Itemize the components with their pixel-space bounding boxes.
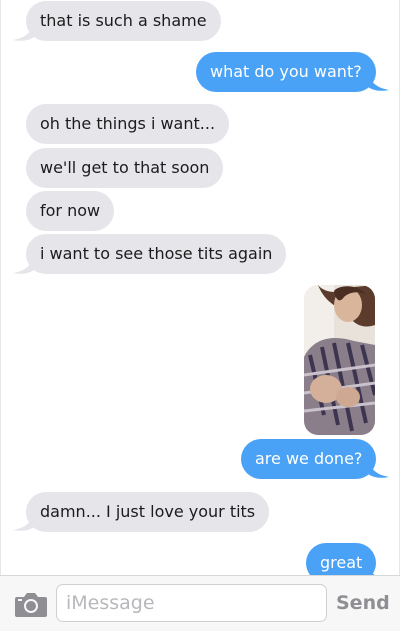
sent-message: what do you want? bbox=[196, 52, 376, 92]
send-button[interactable]: Send bbox=[336, 586, 390, 620]
received-message: oh the things i want... bbox=[26, 104, 230, 144]
message-input[interactable]: iMessage bbox=[56, 584, 327, 622]
sent-message: great bbox=[306, 543, 377, 575]
camera-icon[interactable] bbox=[14, 590, 48, 618]
received-message: damn... I just love your tits bbox=[26, 492, 270, 532]
message-composer: iMessage Send bbox=[0, 575, 400, 631]
photo-attachment[interactable] bbox=[304, 285, 375, 435]
received-message: i want to see those tits again bbox=[26, 234, 287, 274]
received-message: for now bbox=[26, 191, 115, 231]
received-message: we'll get to that soon bbox=[26, 148, 224, 188]
received-message: that is such a shame bbox=[26, 1, 221, 41]
sent-message: are we done? bbox=[241, 439, 377, 479]
photo-image bbox=[304, 285, 375, 435]
message-thread: that is such a shame what do you want? o… bbox=[0, 0, 400, 575]
